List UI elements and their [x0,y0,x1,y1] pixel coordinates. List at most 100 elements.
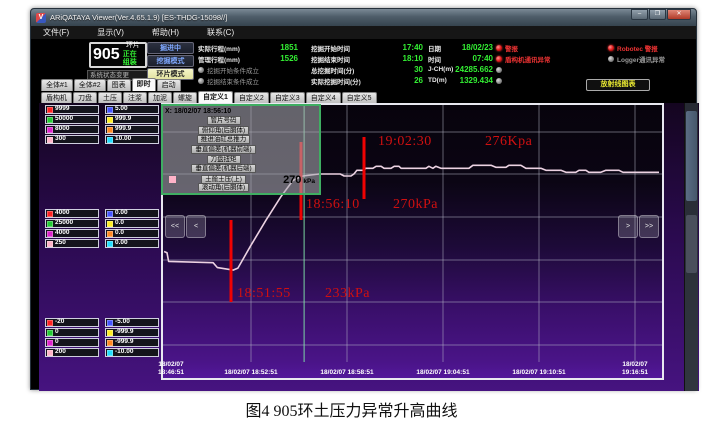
tab[interactable]: 启动 [156,79,181,91]
legend-entry[interactable]: 0.00 [105,239,159,248]
alarm-label: Logger通讯异常 [617,56,666,64]
chart-scroll-button[interactable]: > [618,215,638,238]
legend-entry[interactable]: 4000 [45,229,99,238]
x-axis-label: 18/02/07 19:16:51 [621,361,649,377]
chart-scroll-button[interactable]: << [165,215,185,238]
legend-entry[interactable]: 5.00 [105,105,159,114]
legend-entry[interactable]: -999.9 [105,328,159,337]
maximize-button[interactable]: ❐ [649,9,666,20]
tooltip-channel-button[interactable]: 垂直偏差(机器后端) [191,164,256,174]
legend-entry[interactable]: 0.0 [105,229,159,238]
legend-group-2: 4000 0.00 25000 0.0 4000 0.0 250 0.00 [45,209,161,248]
ring-status: 正在组装 [122,50,137,67]
data-row: TD(m) 1329.434 [428,75,493,86]
data-row: 管理行程(mm) 1526 [198,53,298,64]
menu-item[interactable]: 联系(C) [207,27,234,38]
ring-number: 905 [93,46,120,63]
info-column: 日期 18/02/23 时间 07:40 J-CH(m) 24285.662 T… [428,42,493,86]
menu-item[interactable]: 帮助(H) [152,27,179,38]
legend-color-swatch [47,339,53,346]
scrollbar-thumb[interactable] [686,215,697,273]
legend-color-swatch [47,319,53,326]
tooltip-channel-button[interactable]: 俯仰角(后胴体) [197,125,250,135]
legend-entry[interactable]: 50000 [45,115,99,124]
alarm-led-icon [608,44,614,51]
legend-color-swatch [47,329,53,336]
legend-color-swatch [107,210,113,217]
legend-entry[interactable]: 9999 [45,105,99,114]
legend-value: -10.00 [115,348,134,356]
close-button[interactable]: ✕ [667,9,691,20]
legend-entry[interactable]: 25000 [45,219,99,228]
data-label: 管理行程(mm) [198,56,240,64]
legend-color-swatch [47,220,53,227]
data-row: 日期 18/02/23 [428,42,493,53]
legend-entry[interactable]: -999.9 [105,338,159,347]
legend-entry[interactable]: 4000 [45,209,99,218]
legend-entry[interactable]: 0 [45,338,99,347]
tooltip-channel-button[interactable]: 垂直偏差(机器前端) [191,145,256,155]
mode-button[interactable]: 挖掘模式 [147,55,194,67]
legend-entry[interactable]: -5.00 [105,318,159,327]
legend-entry[interactable]: 250 [45,239,99,248]
svg-text:270kPa: 270kPa [393,197,438,212]
mode-button[interactable]: 掘进中 [147,42,194,54]
legend-entry[interactable]: 300 [45,135,99,144]
legend-entry[interactable]: 8000 [45,125,99,134]
vertical-scrollbar[interactable] [684,103,698,391]
tab[interactable]: 全体#1 [41,79,73,91]
alarm-led-icon [496,77,502,84]
legend-value: 8000 [55,125,70,133]
tab[interactable]: 即时 [131,78,156,91]
time-column: 挖掘开始时间 17:40 挖掘结束时间 18:10 总挖掘时间(分) 30 实际… [311,42,423,86]
legend-value: 200 [55,348,66,356]
chart-scroll-button[interactable]: >> [639,215,659,238]
legend-entry[interactable]: 10.00 [105,135,159,144]
tooltip-channel-button[interactable]: 推进油缸总推力 [196,135,251,145]
legend-entry[interactable]: -20 [45,318,99,327]
legend-entry[interactable]: 0.00 [105,209,159,218]
tooltip-row: 刀盘扭矩 [165,154,317,164]
legend-color-swatch [47,240,53,247]
alarm-row: Robotec 警报 [608,42,703,53]
legend-entry[interactable]: 999.9 [105,125,159,134]
title-bar[interactable]: V ARiQATAYA Viewer(Ver.4.65.1.9) [ES-THD… [31,9,696,26]
scrollbar-thumb[interactable] [686,111,697,201]
data-row: J-CH(m) 24285.662 [428,64,493,75]
chart-panel: 9999 5.00 50000 999.9 8000 999.9 300 10.… [39,103,699,391]
menu-item[interactable]: 文件(F) [43,27,69,38]
legend-entry[interactable]: 0 [45,328,99,337]
legend-entry[interactable]: 200 [45,348,99,357]
tab[interactable]: 图表 [106,79,131,91]
legend-color-swatch [47,116,53,123]
alarm-row [496,64,604,75]
legend-entry[interactable]: 999.9 [105,115,159,124]
tooltip-row: 垂直偏差(机器前端) [165,145,317,155]
chart-scroll-button[interactable]: < [186,215,206,238]
menu-item[interactable]: 显示(V) [97,27,124,38]
legend-color-swatch [107,116,113,123]
legend-value: 0.00 [115,209,128,217]
data-value: 1329.434 [459,76,493,85]
ring-label: 环片 [125,42,140,50]
legend-value: 25000 [55,219,74,227]
legend-value: -20 [55,318,65,326]
tooltip-channel-button[interactable]: 管片号码 [206,116,241,126]
legend-value: 0.00 [115,239,128,247]
legend-entry[interactable]: -10.00 [105,348,159,357]
alarm-led-icon [496,55,502,62]
tab[interactable]: 全体#2 [73,79,106,91]
condition-row: 挖掘结束条件成立 [198,75,298,86]
legend-color-swatch [47,106,53,113]
radiation-chart-button[interactable]: 放射线图表 [586,79,650,91]
legend-color-swatch [107,126,113,133]
tooltip-channel-button[interactable]: 滚动角(后胴体) [197,183,250,193]
legend-entry[interactable]: 0.0 [105,219,159,228]
tooltip-channel-button[interactable]: 刀盘扭矩 [206,154,241,164]
x-axis-label: 18/02/07 18:52:51 [224,369,278,377]
minimize-button[interactable]: – [631,9,648,20]
legend-value: 300 [55,135,66,143]
svg-text:18:51:55: 18:51:55 [237,286,291,301]
legend-value: 999.9 [115,125,132,133]
alarm-row: Logger通讯异常 [608,53,703,64]
